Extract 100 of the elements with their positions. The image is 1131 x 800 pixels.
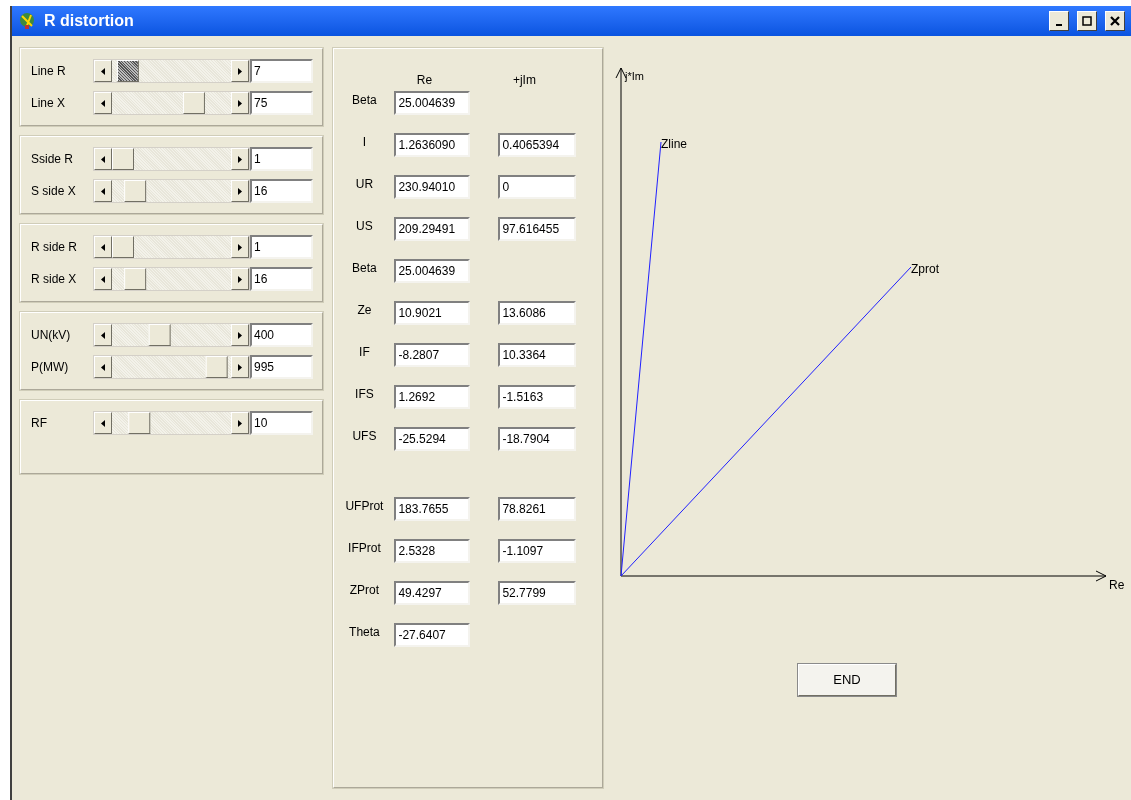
scroll-right-button[interactable] [231, 412, 249, 434]
value-field[interactable]: 25.004639 [394, 91, 471, 115]
value-field[interactable]: -1.1097 [498, 539, 577, 563]
scroll-left-button[interactable] [94, 324, 112, 346]
minimize-button[interactable] [1049, 11, 1069, 31]
right-triangle-icon [238, 155, 242, 163]
slider-label: RF [30, 415, 48, 432]
value-field[interactable]: 16 [250, 179, 313, 203]
row-label: UR [354, 176, 375, 193]
value-field[interactable]: 78.8261 [498, 497, 577, 521]
value-field[interactable]: 10.9021 [394, 301, 471, 325]
value-field[interactable]: 75 [250, 91, 313, 115]
scroll-bar[interactable] [93, 91, 250, 115]
scroll-right-button[interactable] [231, 356, 249, 378]
value-field[interactable]: 52.7799 [498, 581, 577, 605]
scroll-thumb[interactable] [148, 324, 171, 346]
scroll-right-button[interactable] [231, 268, 249, 290]
left-triangle-icon [101, 419, 105, 427]
value-field[interactable]: 25.004639 [394, 259, 471, 283]
value-field[interactable]: 183.7655 [394, 497, 471, 521]
right-triangle-icon [238, 363, 242, 371]
value-field[interactable]: 0 [498, 175, 577, 199]
value-field[interactable]: 1 [250, 147, 313, 171]
row-label: IFS [354, 386, 375, 403]
scroll-bar[interactable] [93, 235, 250, 259]
row-label: IFProt [347, 540, 382, 557]
right-triangle-icon [238, 419, 242, 427]
maximize-button[interactable] [1077, 11, 1097, 31]
value-field[interactable]: 0.4065394 [498, 133, 577, 157]
scroll-left-button[interactable] [94, 148, 112, 170]
scroll-bar[interactable] [93, 147, 250, 171]
value-field[interactable]: -1.5163 [498, 385, 577, 409]
left-triangle-icon [101, 99, 105, 107]
value-field[interactable]: 13.6086 [498, 301, 577, 325]
scroll-right-button[interactable] [231, 180, 249, 202]
value-field[interactable]: 209.29491 [394, 217, 471, 241]
left-triangle-icon [101, 363, 105, 371]
end-button[interactable]: END [798, 664, 896, 696]
scroll-left-button[interactable] [94, 180, 112, 202]
row-label: Beta [351, 260, 378, 277]
value-field[interactable]: 10.3364 [498, 343, 577, 367]
row-label: Ze [356, 302, 373, 319]
value-field[interactable]: 230.94010 [394, 175, 471, 199]
value-field[interactable]: 1 [250, 235, 313, 259]
right-triangle-icon [238, 99, 242, 107]
row-label: Beta [351, 92, 378, 109]
value-field[interactable]: 16 [250, 267, 313, 291]
scroll-bar[interactable] [93, 59, 250, 83]
scroll-thumb[interactable] [182, 92, 205, 114]
value-field[interactable]: 7 [250, 59, 313, 83]
scroll-bar[interactable] [93, 267, 250, 291]
value-field[interactable]: 400 [250, 323, 313, 347]
scroll-bar[interactable] [93, 179, 250, 203]
scroll-thumb[interactable] [128, 412, 151, 434]
value-field[interactable]: 49.4297 [394, 581, 471, 605]
right-triangle-icon [238, 275, 242, 283]
scroll-thumb[interactable] [124, 180, 147, 202]
scroll-left-button[interactable] [94, 356, 112, 378]
scroll-left-button[interactable] [94, 412, 112, 434]
row-label: US [355, 218, 374, 235]
scroll-thumb[interactable] [116, 60, 139, 82]
scroll-right-button[interactable] [231, 92, 249, 114]
left-triangle-icon [101, 331, 105, 339]
scroll-thumb[interactable] [124, 268, 147, 290]
scroll-right-button[interactable] [231, 236, 249, 258]
scroll-bar[interactable] [93, 411, 250, 435]
left-triangle-icon [101, 275, 105, 283]
slider-label: S side X [30, 183, 77, 200]
scroll-right-button[interactable] [231, 60, 249, 82]
minimize-icon [1056, 23, 1062, 26]
scroll-bar[interactable] [93, 323, 250, 347]
slider-label: UN(kV) [30, 327, 72, 344]
scroll-left-button[interactable] [94, 268, 112, 290]
value-field[interactable]: 995 [250, 355, 313, 379]
app-icon [18, 12, 36, 30]
scroll-thumb[interactable] [206, 356, 229, 378]
value-field[interactable]: -8.2807 [394, 343, 471, 367]
value-field[interactable]: 97.616455 [498, 217, 577, 241]
value-field[interactable]: 1.2692 [394, 385, 471, 409]
value-field[interactable]: 2.5328 [394, 539, 471, 563]
scroll-right-button[interactable] [231, 324, 249, 346]
value-field[interactable]: 1.2636090 [394, 133, 471, 157]
value-field[interactable]: -27.6407 [394, 623, 471, 647]
scroll-thumb[interactable] [112, 236, 134, 258]
value-field[interactable]: -18.7904 [498, 427, 577, 451]
scroll-left-button[interactable] [94, 60, 112, 82]
scroll-left-button[interactable] [94, 92, 112, 114]
scroll-left-button[interactable] [94, 236, 112, 258]
close-button[interactable] [1105, 11, 1125, 31]
vector-label: Zprot [911, 262, 939, 276]
window-title: R distortion [44, 11, 134, 31]
value-field[interactable]: -25.5294 [394, 427, 471, 451]
scroll-right-button[interactable] [231, 148, 249, 170]
row-label: ZProt [348, 582, 381, 599]
column-header: Re [415, 72, 434, 89]
scroll-bar[interactable] [93, 355, 250, 379]
value-field[interactable]: 10 [250, 411, 313, 435]
y-axis-label: j*Im [625, 70, 644, 82]
scroll-thumb[interactable] [112, 148, 134, 170]
x-axis-label: Re [1109, 578, 1125, 592]
